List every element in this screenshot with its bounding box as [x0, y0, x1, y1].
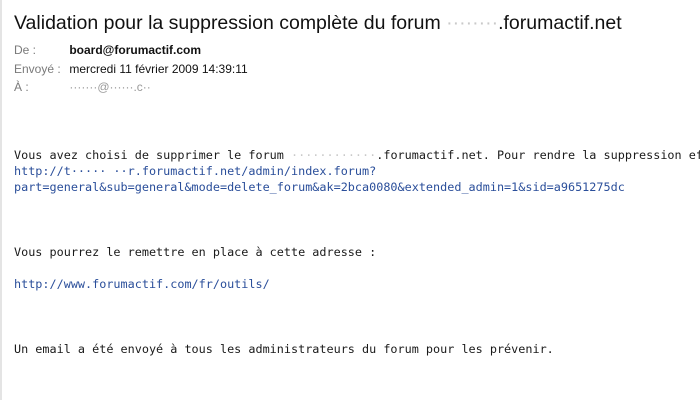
email-subject: Validation pour la suppression complète …: [14, 10, 700, 36]
body-line1-prefix: Vous avez choisi de supprimer le forum: [14, 148, 291, 162]
delete-link-part2[interactable]: part=general&sub=general&mode=delete_for…: [14, 179, 700, 195]
body-line-notification: Un email a été envoyé à tous les adminis…: [14, 342, 554, 356]
to-label: À :: [14, 80, 29, 94]
subject-redacted: ········: [446, 12, 499, 34]
from-row: De : board@forumactif.com: [14, 43, 201, 58]
body-line-restore: Vous pourrez le remettre en place à cett…: [14, 245, 377, 259]
restore-link[interactable]: http://www.forumactif.com/fr/outils/: [14, 276, 700, 292]
subject-prefix: Validation pour la suppression complète …: [14, 12, 447, 34]
left-border: [0, 0, 2, 400]
delete-link-part1[interactable]: http://t····· ··r.forumactif.net/admin/i…: [14, 163, 700, 179]
body-line-delete-intro: Vous avez choisi de supprimer le forum ·…: [14, 147, 700, 163]
sent-row: Envoyé : mercredi 11 février 2009 14:39:…: [14, 62, 248, 77]
subject-suffix: .forumactif.net: [498, 12, 622, 34]
to-row: À : ·······@······.c··: [14, 80, 151, 95]
sent-label: Envoyé :: [14, 62, 61, 76]
to-value[interactable]: ·······@······.c··: [69, 80, 150, 95]
body-line1-redacted: ············: [291, 148, 377, 162]
from-label: De :: [14, 43, 37, 57]
body-line1-suffix: .forumactif.net. Pour rendre la suppress…: [376, 148, 700, 162]
from-value[interactable]: board@forumactif.com: [69, 43, 201, 57]
sent-value: mercredi 11 février 2009 14:39:11: [69, 62, 248, 76]
